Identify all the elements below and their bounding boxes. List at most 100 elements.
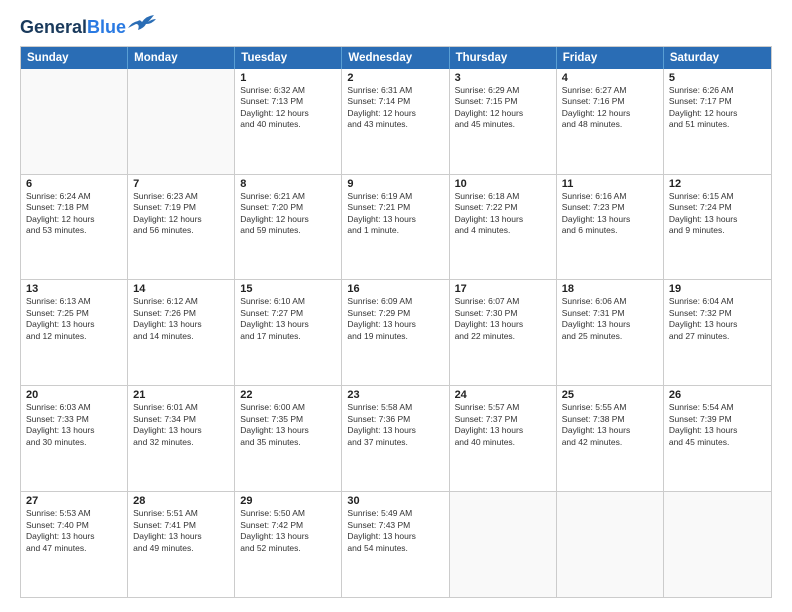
calendar-header: SundayMondayTuesdayWednesdayThursdayFrid… (21, 47, 771, 69)
day-cell-27: 27Sunrise: 5:53 AMSunset: 7:40 PMDayligh… (21, 492, 128, 597)
calendar-row-2: 6Sunrise: 6:24 AMSunset: 7:18 PMDaylight… (21, 174, 771, 280)
day-info: Sunrise: 6:00 AMSunset: 7:35 PMDaylight:… (240, 402, 336, 448)
day-cell-29: 29Sunrise: 5:50 AMSunset: 7:42 PMDayligh… (235, 492, 342, 597)
day-cell-6: 6Sunrise: 6:24 AMSunset: 7:18 PMDaylight… (21, 175, 128, 280)
day-cell-1: 1Sunrise: 6:32 AMSunset: 7:13 PMDaylight… (235, 69, 342, 174)
header-cell-tuesday: Tuesday (235, 47, 342, 69)
day-info: Sunrise: 6:09 AMSunset: 7:29 PMDaylight:… (347, 296, 443, 342)
day-info: Sunrise: 5:55 AMSunset: 7:38 PMDaylight:… (562, 402, 658, 448)
day-number: 16 (347, 283, 443, 295)
day-number: 11 (562, 178, 658, 190)
day-number: 19 (669, 283, 766, 295)
day-info: Sunrise: 6:18 AMSunset: 7:22 PMDaylight:… (455, 191, 551, 237)
calendar-row-5: 27Sunrise: 5:53 AMSunset: 7:40 PMDayligh… (21, 491, 771, 597)
day-cell-17: 17Sunrise: 6:07 AMSunset: 7:30 PMDayligh… (450, 280, 557, 385)
day-info: Sunrise: 6:26 AMSunset: 7:17 PMDaylight:… (669, 85, 766, 131)
day-cell-25: 25Sunrise: 5:55 AMSunset: 7:38 PMDayligh… (557, 386, 664, 491)
header-cell-monday: Monday (128, 47, 235, 69)
day-info: Sunrise: 6:06 AMSunset: 7:31 PMDaylight:… (562, 296, 658, 342)
day-number: 14 (133, 283, 229, 295)
day-number: 25 (562, 389, 658, 401)
day-info: Sunrise: 6:15 AMSunset: 7:24 PMDaylight:… (669, 191, 766, 237)
day-cell-empty (21, 69, 128, 174)
calendar-body: 1Sunrise: 6:32 AMSunset: 7:13 PMDaylight… (21, 69, 771, 597)
day-cell-8: 8Sunrise: 6:21 AMSunset: 7:20 PMDaylight… (235, 175, 342, 280)
day-number: 26 (669, 389, 766, 401)
day-cell-20: 20Sunrise: 6:03 AMSunset: 7:33 PMDayligh… (21, 386, 128, 491)
day-number: 1 (240, 72, 336, 84)
day-number: 10 (455, 178, 551, 190)
day-info: Sunrise: 6:19 AMSunset: 7:21 PMDaylight:… (347, 191, 443, 237)
day-info: Sunrise: 5:53 AMSunset: 7:40 PMDaylight:… (26, 508, 122, 554)
day-number: 21 (133, 389, 229, 401)
day-number: 2 (347, 72, 443, 84)
header: GeneralBlue (20, 18, 772, 38)
day-cell-empty (450, 492, 557, 597)
day-info: Sunrise: 6:01 AMSunset: 7:34 PMDaylight:… (133, 402, 229, 448)
day-info: Sunrise: 5:54 AMSunset: 7:39 PMDaylight:… (669, 402, 766, 448)
day-cell-28: 28Sunrise: 5:51 AMSunset: 7:41 PMDayligh… (128, 492, 235, 597)
day-number: 23 (347, 389, 443, 401)
day-info: Sunrise: 5:58 AMSunset: 7:36 PMDaylight:… (347, 402, 443, 448)
day-cell-empty (128, 69, 235, 174)
day-cell-24: 24Sunrise: 5:57 AMSunset: 7:37 PMDayligh… (450, 386, 557, 491)
header-cell-friday: Friday (557, 47, 664, 69)
day-cell-11: 11Sunrise: 6:16 AMSunset: 7:23 PMDayligh… (557, 175, 664, 280)
day-cell-23: 23Sunrise: 5:58 AMSunset: 7:36 PMDayligh… (342, 386, 449, 491)
calendar-row-4: 20Sunrise: 6:03 AMSunset: 7:33 PMDayligh… (21, 385, 771, 491)
day-cell-21: 21Sunrise: 6:01 AMSunset: 7:34 PMDayligh… (128, 386, 235, 491)
day-cell-19: 19Sunrise: 6:04 AMSunset: 7:32 PMDayligh… (664, 280, 771, 385)
day-cell-10: 10Sunrise: 6:18 AMSunset: 7:22 PMDayligh… (450, 175, 557, 280)
logo-bird-icon (128, 14, 156, 32)
day-info: Sunrise: 6:27 AMSunset: 7:16 PMDaylight:… (562, 85, 658, 131)
day-number: 4 (562, 72, 658, 84)
day-cell-empty (664, 492, 771, 597)
day-info: Sunrise: 6:13 AMSunset: 7:25 PMDaylight:… (26, 296, 122, 342)
day-info: Sunrise: 5:51 AMSunset: 7:41 PMDaylight:… (133, 508, 229, 554)
day-cell-15: 15Sunrise: 6:10 AMSunset: 7:27 PMDayligh… (235, 280, 342, 385)
day-number: 30 (347, 495, 443, 507)
day-info: Sunrise: 6:32 AMSunset: 7:13 PMDaylight:… (240, 85, 336, 131)
day-cell-22: 22Sunrise: 6:00 AMSunset: 7:35 PMDayligh… (235, 386, 342, 491)
day-cell-12: 12Sunrise: 6:15 AMSunset: 7:24 PMDayligh… (664, 175, 771, 280)
day-number: 15 (240, 283, 336, 295)
day-cell-16: 16Sunrise: 6:09 AMSunset: 7:29 PMDayligh… (342, 280, 449, 385)
calendar-row-1: 1Sunrise: 6:32 AMSunset: 7:13 PMDaylight… (21, 69, 771, 174)
day-cell-30: 30Sunrise: 5:49 AMSunset: 7:43 PMDayligh… (342, 492, 449, 597)
day-number: 3 (455, 72, 551, 84)
logo-text: GeneralBlue (20, 18, 126, 38)
day-info: Sunrise: 6:16 AMSunset: 7:23 PMDaylight:… (562, 191, 658, 237)
day-info: Sunrise: 6:04 AMSunset: 7:32 PMDaylight:… (669, 296, 766, 342)
header-cell-thursday: Thursday (450, 47, 557, 69)
day-number: 17 (455, 283, 551, 295)
logo: GeneralBlue (20, 18, 156, 38)
day-cell-9: 9Sunrise: 6:19 AMSunset: 7:21 PMDaylight… (342, 175, 449, 280)
calendar-row-3: 13Sunrise: 6:13 AMSunset: 7:25 PMDayligh… (21, 279, 771, 385)
day-number: 8 (240, 178, 336, 190)
day-info: Sunrise: 6:21 AMSunset: 7:20 PMDaylight:… (240, 191, 336, 237)
header-cell-sunday: Sunday (21, 47, 128, 69)
day-info: Sunrise: 6:07 AMSunset: 7:30 PMDaylight:… (455, 296, 551, 342)
day-cell-14: 14Sunrise: 6:12 AMSunset: 7:26 PMDayligh… (128, 280, 235, 385)
day-number: 9 (347, 178, 443, 190)
day-cell-5: 5Sunrise: 6:26 AMSunset: 7:17 PMDaylight… (664, 69, 771, 174)
day-number: 27 (26, 495, 122, 507)
day-number: 12 (669, 178, 766, 190)
day-cell-26: 26Sunrise: 5:54 AMSunset: 7:39 PMDayligh… (664, 386, 771, 491)
day-cell-18: 18Sunrise: 6:06 AMSunset: 7:31 PMDayligh… (557, 280, 664, 385)
header-cell-saturday: Saturday (664, 47, 771, 69)
day-number: 5 (669, 72, 766, 84)
calendar: SundayMondayTuesdayWednesdayThursdayFrid… (20, 46, 772, 598)
day-number: 28 (133, 495, 229, 507)
day-info: Sunrise: 6:31 AMSunset: 7:14 PMDaylight:… (347, 85, 443, 131)
day-number: 18 (562, 283, 658, 295)
day-number: 22 (240, 389, 336, 401)
day-info: Sunrise: 6:23 AMSunset: 7:19 PMDaylight:… (133, 191, 229, 237)
day-number: 29 (240, 495, 336, 507)
page: GeneralBlue SundayMondayTuesdayWednesday… (0, 0, 792, 612)
day-info: Sunrise: 6:03 AMSunset: 7:33 PMDaylight:… (26, 402, 122, 448)
day-info: Sunrise: 6:12 AMSunset: 7:26 PMDaylight:… (133, 296, 229, 342)
header-cell-wednesday: Wednesday (342, 47, 449, 69)
day-cell-empty (557, 492, 664, 597)
day-number: 24 (455, 389, 551, 401)
